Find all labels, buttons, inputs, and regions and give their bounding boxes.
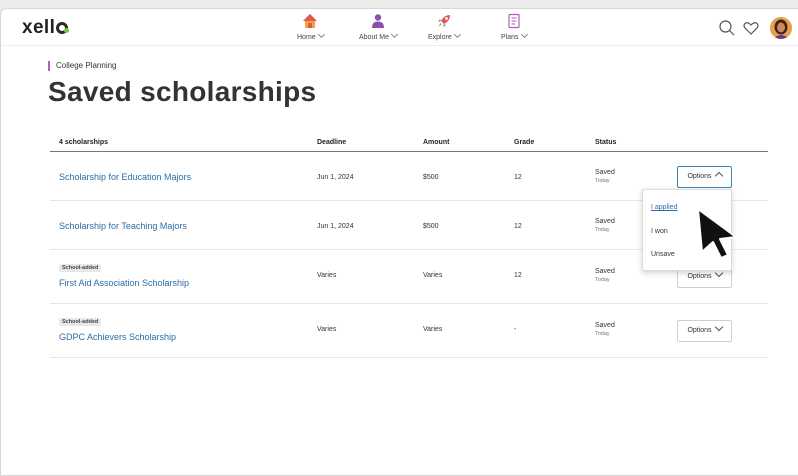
school-added-badge: School-added <box>59 264 102 272</box>
options-button[interactable]: Options <box>677 320 732 342</box>
amount-cell: $500 <box>423 223 439 230</box>
deadline-cell: Jun 1, 2024 <box>317 174 354 181</box>
header-amount: Amount <box>423 139 450 146</box>
avatar[interactable] <box>770 17 792 39</box>
logo-text: xell <box>22 17 56 38</box>
header-status: Status <box>595 139 617 146</box>
breadcrumb[interactable]: College Planning <box>48 61 117 71</box>
search-icon[interactable] <box>716 17 738 39</box>
chevron-down-icon <box>453 30 461 39</box>
header-grade: Grade <box>514 139 535 146</box>
heart-icon[interactable] <box>740 17 762 39</box>
chevron-down-icon <box>390 30 399 39</box>
nav-home-label: Home <box>297 30 325 41</box>
chevron-down-icon <box>520 30 528 39</box>
grade-cell: - <box>514 326 517 333</box>
scholarship-name-link[interactable]: Scholarship for Education Majors <box>59 172 191 182</box>
scholarship-name-link[interactable]: Scholarship for Teaching Majors <box>59 221 187 231</box>
header-count: 4 scholarships <box>59 139 109 146</box>
status-cell: Saved Today <box>595 169 615 184</box>
menu-item-i-won[interactable]: I won <box>651 228 668 235</box>
deadline-cell: Varies <box>317 326 337 333</box>
person-icon <box>371 14 384 28</box>
nav-explore[interactable]: Explore <box>428 13 461 41</box>
page-title: Saved scholarships <box>48 76 317 107</box>
plans-icon <box>508 13 520 29</box>
header-deadline: Deadline <box>317 139 347 146</box>
scholarship-name-link[interactable]: First Aid Association Scholarship <box>59 278 189 288</box>
header-icons <box>702 17 792 39</box>
xello-logo[interactable]: xell <box>22 17 70 39</box>
table-header: 4 scholarships Deadline Amount Grade Sta… <box>50 130 768 152</box>
scholarship-name-link[interactable]: GDPC Achievers Scholarship <box>59 332 176 342</box>
amount-cell: Varies <box>423 272 443 279</box>
nav-about-me[interactable]: About Me <box>359 13 399 41</box>
school-added-badge: School-added <box>59 318 102 326</box>
top-nav-bar: xell Home About Me Explore Plans <box>1 9 798 46</box>
status-cell: Saved Today <box>595 268 615 283</box>
grade-cell: 12 <box>514 272 522 279</box>
grade-cell: 12 <box>514 174 522 181</box>
amount-cell: Varies <box>423 326 443 333</box>
amount-cell: $500 <box>423 174 439 181</box>
rocket-icon <box>437 15 450 27</box>
menu-item-i-applied[interactable]: I applied <box>651 204 677 211</box>
grade-cell: 12 <box>514 223 522 230</box>
deadline-cell: Jun 1, 2024 <box>317 223 354 230</box>
nav-home[interactable]: Home <box>297 13 325 41</box>
table-row: School-added GDPC Achievers Scholarship … <box>50 304 768 358</box>
logo-o <box>56 22 70 34</box>
chevron-down-icon <box>317 30 325 39</box>
menu-item-unsave[interactable]: Unsave <box>651 251 675 258</box>
status-cell: Saved Today <box>595 322 615 337</box>
options-button[interactable]: Options <box>677 166 732 188</box>
chevron-down-icon <box>714 322 723 332</box>
nav-about-me-label: About Me <box>359 30 399 41</box>
status-cell: Saved Today <box>595 218 615 233</box>
home-icon <box>303 14 318 28</box>
chevron-up-icon <box>714 171 723 181</box>
nav-plans-label: Plans <box>501 30 528 41</box>
avatar-image <box>770 17 792 39</box>
nav-explore-label: Explore <box>428 30 461 41</box>
nav-plans[interactable]: Plans <box>501 13 528 41</box>
deadline-cell: Varies <box>317 272 337 279</box>
mouse-pointer-icon <box>697 208 737 259</box>
